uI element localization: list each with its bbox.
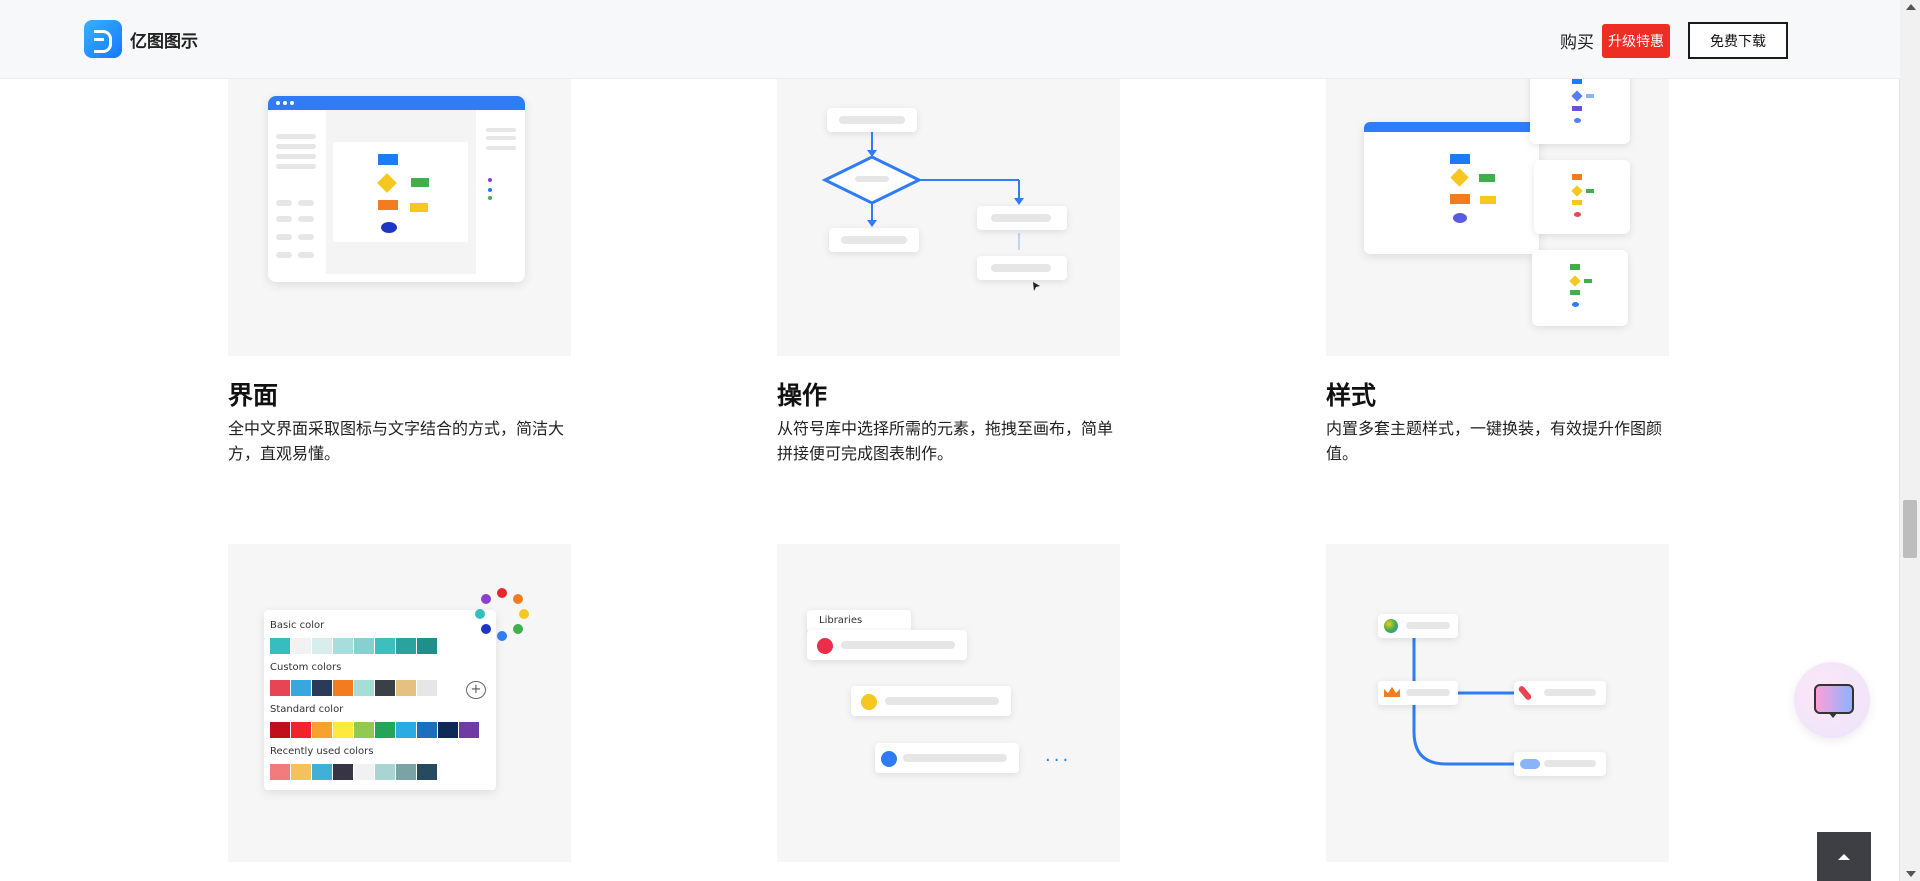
color-swatch[interactable] [375,722,395,738]
feature-title-style: 样式 [1326,381,1377,410]
standard-color-label: Standard color [270,704,344,715]
add-color-icon[interactable]: + [466,681,486,699]
top-nav: 亿图图示 购买 升级特惠 免费下载 [0,0,1900,79]
operation-illustration [777,60,1120,356]
globe-icon [1384,619,1398,633]
crown-icon [1384,687,1400,697]
nav-actions: 购买 升级特惠 免费下载 [1560,22,1788,59]
scroll-up-icon[interactable] [1906,4,1916,10]
color-swatch[interactable] [333,638,353,654]
feature-desc-operation: 从符号库中选择所需的元素，拖拽至画布，简单拼接便可完成图表制作。 [777,419,1114,463]
color-swatch[interactable] [417,680,437,696]
color-swatch[interactable] [312,638,332,654]
upgrade-offer-badge[interactable]: 升级特惠 [1602,23,1670,58]
color-swatch[interactable] [312,680,332,696]
color-swatch[interactable] [354,680,374,696]
color-swatch[interactable] [312,722,332,738]
color-swatch[interactable] [270,764,290,780]
buy-link[interactable]: 购买 [1560,28,1594,53]
standard-color-swatches [270,722,480,738]
back-to-top-button[interactable] [1817,832,1871,881]
color-swatch[interactable] [459,722,479,738]
color-swatch[interactable] [375,638,395,654]
goggles-icon [1520,759,1540,769]
feature-title-interface: 界面 [228,381,279,410]
color-swatch[interactable] [291,680,311,696]
basic-color-swatches [270,638,438,654]
interface-illustration [228,60,571,356]
color-swatch[interactable] [354,764,374,780]
brand-name: 亿图图示 [130,31,198,52]
color-swatch[interactable] [270,638,290,654]
color-swatch[interactable] [438,722,458,738]
rocket-icon [1517,684,1533,702]
color-swatch[interactable] [417,722,437,738]
chat-assistant-button[interactable] [1794,662,1870,738]
more-dots-icon: ··· [1045,750,1072,771]
color-swatch[interactable] [270,722,290,738]
arrow-up-icon [1838,853,1850,860]
free-download-button[interactable]: 免费下载 [1688,22,1788,59]
edraw-logo-icon [84,20,122,58]
brand-logo[interactable]: 亿图图示 [84,20,198,58]
color-swatch[interactable] [396,722,416,738]
custom-colors-label: Custom colors [270,662,342,673]
chat-bubble-icon [1814,684,1854,714]
color-swatch[interactable] [375,680,395,696]
scroll-down-icon[interactable] [1906,871,1916,877]
style-illustration [1326,60,1669,356]
color-swatch[interactable] [396,764,416,780]
color-swatch[interactable] [333,680,353,696]
color-illustration: Basic color Custom colors + Standard col… [228,544,571,862]
color-swatch[interactable] [354,722,374,738]
color-swatch[interactable] [396,638,416,654]
color-swatch[interactable] [417,638,437,654]
color-swatch[interactable] [291,722,311,738]
color-swatch[interactable] [354,638,374,654]
color-swatch[interactable] [396,680,416,696]
color-swatch[interactable] [333,722,353,738]
recent-colors-label: Recently used colors [270,746,374,757]
libraries-illustration: Libraries ··· [777,544,1120,862]
flowchart-lines-icon [821,132,1040,291]
feature-title-operation: 操作 [777,381,828,410]
color-swatch[interactable] [375,764,395,780]
libraries-label: Libraries [819,615,863,626]
color-swatch[interactable] [270,680,290,696]
mindmap-illustration [1326,544,1669,862]
feature-desc-interface: 全中文界面采取图标与文字结合的方式，简洁大方，直观易懂。 [228,419,565,463]
feature-desc-style: 内置多套主题样式，一键换装，有效提升作图颜值。 [1326,419,1663,463]
color-swatch[interactable] [312,764,332,780]
color-swatch[interactable] [291,638,311,654]
color-swatch[interactable] [333,764,353,780]
color-wheel-icon [475,588,529,641]
color-swatch[interactable] [291,764,311,780]
color-swatch[interactable] [417,764,437,780]
mindmap-lines-icon [1412,626,1516,766]
scrollbar-thumb[interactable] [1903,500,1917,558]
custom-color-swatches [270,680,438,696]
recent-color-swatches [270,764,438,780]
basic-color-label: Basic color [270,620,325,631]
page-scrollbar[interactable] [1899,0,1920,881]
